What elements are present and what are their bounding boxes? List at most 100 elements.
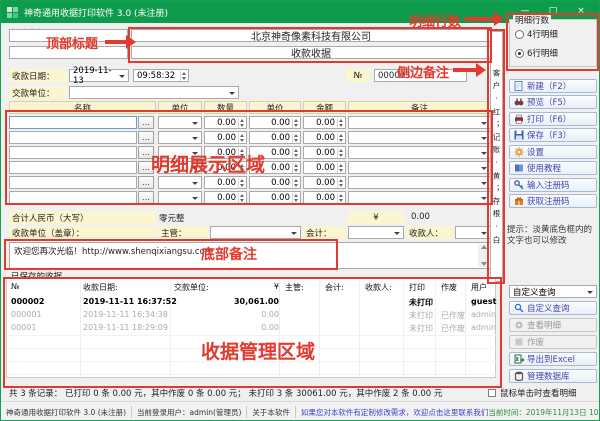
unit-dropdown[interactable] — [158, 116, 202, 129]
receipt-title-field[interactable]: 收款收据 — [131, 46, 491, 59]
custom-query-button[interactable]: 自定义查询 — [509, 301, 597, 315]
amount-input[interactable]: 0.00 — [303, 161, 346, 174]
spinner-icon[interactable] — [337, 178, 344, 188]
button-label: 管理数据库 — [527, 370, 570, 382]
saved-receipt-row[interactable]: 00001 2019-11-11 18:29:09 0.00 未打印 已作废 a… — [9, 323, 495, 336]
close-button[interactable]: × — [569, 4, 593, 20]
item-name-input[interactable] — [9, 146, 137, 159]
remark-dropdown[interactable] — [348, 116, 491, 129]
get-license-button[interactable]: 获取注册码 — [509, 194, 597, 208]
yen-label: ¥ — [348, 211, 404, 224]
button-label: 保存（F3） — [527, 129, 571, 141]
item-picker-button[interactable]: … — [138, 116, 154, 129]
amount-input[interactable]: 0.00 — [303, 116, 346, 129]
spinner-icon[interactable] — [292, 133, 299, 143]
item-picker-button[interactable]: … — [138, 191, 154, 204]
manage-database-button[interactable]: 管理数据库 — [509, 369, 597, 383]
unit-dropdown[interactable] — [158, 191, 202, 204]
footer-contact-link[interactable]: 如果您对本软件有定制修改需求，欢迎点击这里联系我们 — [301, 407, 489, 418]
hint-text: 提示：淡黄底色框内的文字也可以修改 — [507, 225, 599, 248]
item-name-input[interactable] — [9, 161, 137, 174]
saved-receipt-row[interactable]: 000001 2019-11-11 16:34:38 0.00 未打印 已作废 … — [9, 310, 495, 323]
export-excel-button[interactable]: 导出到Excel — [509, 352, 597, 366]
spinner-icon[interactable] — [292, 193, 299, 203]
radio-6-rows[interactable]: 6行明细 — [515, 47, 558, 59]
company-title-field[interactable]: 北京神奇像素科技有限公司 — [131, 29, 491, 42]
payer-dropdown[interactable] — [69, 86, 239, 99]
unit-dropdown[interactable] — [158, 176, 202, 189]
spinner-icon[interactable] — [292, 178, 299, 188]
spinner-icon[interactable] — [292, 148, 299, 158]
accountant-dropdown[interactable] — [348, 226, 404, 239]
query-type-select[interactable]: 自定义查询 — [509, 285, 597, 298]
date-picker[interactable]: 2019-11-13 — [69, 69, 129, 82]
spinner-icon[interactable] — [337, 193, 344, 203]
spinner-icon[interactable] — [180, 71, 187, 81]
spinner-icon[interactable] — [238, 193, 245, 203]
remark-dropdown[interactable] — [348, 131, 491, 144]
qty-input[interactable]: 0.00 — [204, 191, 247, 204]
remark-dropdown[interactable] — [348, 161, 491, 174]
item-name-input[interactable] — [9, 116, 137, 129]
amount-input[interactable]: 0.00 — [303, 191, 346, 204]
scrollbar[interactable] — [478, 244, 489, 267]
saved-col-void: 作废 — [441, 282, 457, 293]
item-picker-button[interactable]: … — [138, 176, 154, 189]
qty-value: 0.00 — [217, 193, 236, 203]
accountant-label: 会计： — [303, 226, 346, 239]
item-name-input[interactable] — [9, 131, 137, 144]
radio-label: 4行明细 — [527, 28, 558, 40]
preview-button[interactable]: 预览（F5） — [509, 95, 597, 109]
view-detail-button: 查看明细 — [509, 318, 597, 332]
price-input[interactable]: 0.00 — [249, 176, 301, 189]
spinner-icon[interactable] — [238, 118, 245, 128]
tutorial-book-icon — [514, 163, 524, 173]
spinner-icon[interactable] — [337, 118, 344, 128]
enter-license-button[interactable]: 输入注册码 — [509, 178, 597, 192]
spinner-icon[interactable] — [292, 163, 299, 173]
radio-4-rows[interactable]: 4行明细 — [515, 28, 558, 40]
qty-input[interactable]: 0.00 — [204, 131, 247, 144]
amount-input[interactable]: 0.00 — [303, 131, 346, 144]
annotation-detail-rows: 明细行数 — [409, 11, 461, 30]
amount-input[interactable]: 0.00 — [303, 146, 346, 159]
new-button[interactable]: 新建（F2） — [509, 79, 597, 93]
manager-dropdown[interactable] — [210, 226, 301, 239]
spinner-icon[interactable] — [337, 163, 344, 173]
price-value: 0.00 — [271, 178, 290, 188]
saved-receipt-row[interactable]: 000002 2019-11-11 16:37:52 30,061.00 未打印… — [9, 297, 495, 310]
item-name-input[interactable] — [9, 176, 137, 189]
settings-button[interactable]: 设置 — [509, 145, 597, 159]
price-input[interactable]: 0.00 — [249, 191, 301, 204]
remark-dropdown[interactable] — [348, 176, 491, 189]
view-detail-checkbox[interactable] — [488, 389, 496, 397]
col-header-amount: 金额 — [303, 101, 346, 114]
spinner-icon[interactable] — [337, 133, 344, 143]
print-button[interactable]: 打印（F6） — [509, 112, 597, 126]
amount-input[interactable]: 0.00 — [303, 176, 346, 189]
spinner-icon[interactable] — [238, 178, 245, 188]
spinner-icon[interactable] — [238, 133, 245, 143]
qty-input[interactable]: 0.00 — [204, 116, 247, 129]
footer-app-name: 神奇通用收据打印软件 3.0 (未注册) — [6, 407, 126, 418]
remark-dropdown[interactable] — [348, 191, 491, 204]
annotation-top-title: 顶部标题 — [46, 33, 98, 52]
remark-dropdown[interactable] — [348, 146, 491, 159]
price-value: 0.00 — [271, 133, 290, 143]
footer-about-link[interactable]: 关于本软件 — [252, 407, 290, 418]
date-value: 2019-11-13 — [73, 66, 118, 86]
tutorial-button[interactable]: 使用教程 — [509, 161, 597, 175]
payee-dropdown[interactable] — [455, 226, 491, 239]
item-picker-button[interactable]: … — [138, 131, 154, 144]
view-detail-icon — [514, 320, 524, 330]
spinner-icon[interactable] — [292, 118, 299, 128]
price-input[interactable]: 0.00 — [249, 116, 301, 129]
save-button[interactable]: 保存（F3） — [509, 128, 597, 142]
price-input[interactable]: 0.00 — [249, 131, 301, 144]
radio-icon — [515, 30, 524, 39]
item-name-input[interactable] — [9, 191, 137, 204]
time-spinner[interactable]: 09:58:32 — [133, 69, 189, 82]
spinner-icon[interactable] — [337, 148, 344, 158]
unit-dropdown[interactable] — [158, 131, 202, 144]
qty-input[interactable]: 0.00 — [204, 176, 247, 189]
